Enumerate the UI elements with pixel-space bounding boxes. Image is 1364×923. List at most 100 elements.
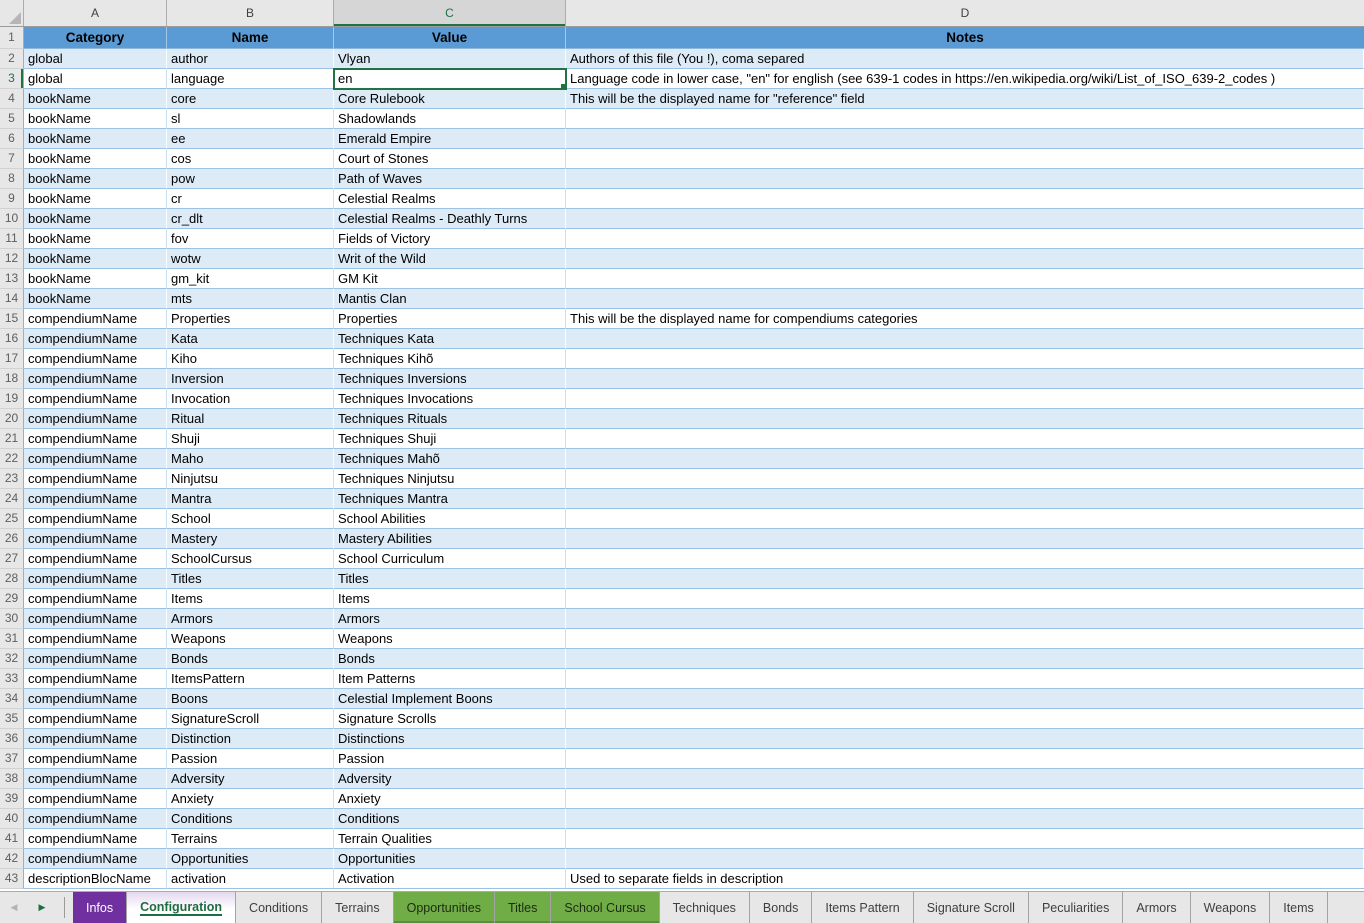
header-cell-notes[interactable]: Notes xyxy=(566,27,1364,49)
row-number[interactable]: 35 xyxy=(0,709,24,729)
cell-notes[interactable] xyxy=(566,189,1364,209)
cell-value[interactable]: Item Patterns xyxy=(334,669,566,689)
cell-name[interactable]: Properties xyxy=(167,309,334,329)
cell-name[interactable]: sl xyxy=(167,109,334,129)
cell-name[interactable]: Bonds xyxy=(167,649,334,669)
cell-notes[interactable] xyxy=(566,629,1364,649)
sheet-tab-bonds[interactable]: Bonds xyxy=(750,892,812,923)
cell-value[interactable]: Passion xyxy=(334,749,566,769)
cell-value[interactable]: Titles xyxy=(334,569,566,589)
cell-value[interactable]: Mantis Clan xyxy=(334,289,566,309)
cell-category[interactable]: compendiumName xyxy=(24,389,167,409)
sheet-tab-techniques[interactable]: Techniques xyxy=(660,892,750,923)
row-number[interactable]: 26 xyxy=(0,529,24,549)
cell-category[interactable]: global xyxy=(24,69,167,89)
row-number[interactable]: 25 xyxy=(0,509,24,529)
cell-value[interactable]: Anxiety xyxy=(334,789,566,809)
cell-notes[interactable] xyxy=(566,149,1364,169)
row-number[interactable]: 22 xyxy=(0,449,24,469)
sheet-tab-conditions[interactable]: Conditions xyxy=(236,892,322,923)
cell-value[interactable]: Opportunities xyxy=(334,849,566,869)
cell-category[interactable]: compendiumName xyxy=(24,309,167,329)
cell-value[interactable]: Techniques Shuji xyxy=(334,429,566,449)
cell-notes[interactable] xyxy=(566,229,1364,249)
header-cell-name[interactable]: Name xyxy=(167,27,334,49)
column-header-b[interactable]: B xyxy=(167,0,334,26)
cell-name[interactable]: Conditions xyxy=(167,809,334,829)
cell-value[interactable]: Techniques Mantra xyxy=(334,489,566,509)
cell-notes[interactable] xyxy=(566,769,1364,789)
row-number[interactable]: 43 xyxy=(0,869,24,889)
row-number[interactable]: 21 xyxy=(0,429,24,449)
cell-name[interactable]: activation xyxy=(167,869,334,889)
sheet-tab-titles[interactable]: Titles xyxy=(495,892,551,923)
row-number[interactable]: 13 xyxy=(0,269,24,289)
cell-name[interactable]: Adversity xyxy=(167,769,334,789)
cell-category[interactable]: compendiumName xyxy=(24,669,167,689)
sheet-tab-signature-scroll[interactable]: Signature Scroll xyxy=(914,892,1029,923)
row-number[interactable]: 8 xyxy=(0,169,24,189)
cell-notes[interactable] xyxy=(566,209,1364,229)
row-number[interactable]: 10 xyxy=(0,209,24,229)
row-number[interactable]: 41 xyxy=(0,829,24,849)
cell-name[interactable]: language xyxy=(167,69,334,89)
cell-category[interactable]: compendiumName xyxy=(24,629,167,649)
cell-notes[interactable] xyxy=(566,109,1364,129)
cell-value[interactable]: Fields of Victory xyxy=(334,229,566,249)
cell-value[interactable]: School Curriculum xyxy=(334,549,566,569)
cell-category[interactable]: bookName xyxy=(24,229,167,249)
row-number[interactable]: 4 xyxy=(0,89,24,109)
header-cell-value[interactable]: Value xyxy=(334,27,566,49)
cell-notes[interactable] xyxy=(566,169,1364,189)
row-number[interactable]: 2 xyxy=(0,49,24,69)
row-number[interactable]: 28 xyxy=(0,569,24,589)
cell-name[interactable]: ItemsPattern xyxy=(167,669,334,689)
column-header-a[interactable]: A xyxy=(24,0,167,26)
cell-value[interactable]: Core Rulebook xyxy=(334,89,566,109)
cell-name[interactable]: cr_dlt xyxy=(167,209,334,229)
cell-notes[interactable]: This will be the displayed name for comp… xyxy=(566,309,1364,329)
row-number[interactable]: 29 xyxy=(0,589,24,609)
cell-name[interactable]: core xyxy=(167,89,334,109)
sheet-tab-peculiarities[interactable]: Peculiarities xyxy=(1029,892,1123,923)
row-number[interactable]: 38 xyxy=(0,769,24,789)
cell-category[interactable]: compendiumName xyxy=(24,729,167,749)
cell-name[interactable]: wotw xyxy=(167,249,334,269)
cell-name[interactable]: Titles xyxy=(167,569,334,589)
cell-category[interactable]: compendiumName xyxy=(24,849,167,869)
cell-category[interactable]: bookName xyxy=(24,209,167,229)
sheet-tab-opportunities[interactable]: Opportunities xyxy=(394,892,495,923)
cell-name[interactable]: Distinction xyxy=(167,729,334,749)
cell-notes[interactable] xyxy=(566,129,1364,149)
row-number[interactable]: 23 xyxy=(0,469,24,489)
row-number[interactable]: 39 xyxy=(0,789,24,809)
cell-value[interactable]: Celestial Implement Boons xyxy=(334,689,566,709)
tab-scroll-right-icon[interactable]: ▶ xyxy=(28,892,56,923)
cell-name[interactable]: Terrains xyxy=(167,829,334,849)
cell-notes[interactable] xyxy=(566,329,1364,349)
header-cell-category[interactable]: Category xyxy=(24,27,167,49)
sheet-tab-armors[interactable]: Armors xyxy=(1123,892,1190,923)
cell-category[interactable]: compendiumName xyxy=(24,509,167,529)
cell-category[interactable]: compendiumName xyxy=(24,589,167,609)
row-number[interactable]: 12 xyxy=(0,249,24,269)
cell-value[interactable]: Celestial Realms - Deathly Turns xyxy=(334,209,566,229)
cell-value[interactable]: School Abilities xyxy=(334,509,566,529)
cell-category[interactable]: bookName xyxy=(24,249,167,269)
cell-value[interactable]: Shadowlands xyxy=(334,109,566,129)
row-number[interactable]: 34 xyxy=(0,689,24,709)
cell-value[interactable]: Emerald Empire xyxy=(334,129,566,149)
cell-value[interactable]: Items xyxy=(334,589,566,609)
cell-category[interactable]: descriptionBlocName xyxy=(24,869,167,889)
cell-category[interactable]: compendiumName xyxy=(24,789,167,809)
cell-notes[interactable] xyxy=(566,649,1364,669)
row-number[interactable]: 16 xyxy=(0,329,24,349)
cell-notes[interactable] xyxy=(566,789,1364,809)
cell-value[interactable]: Adversity xyxy=(334,769,566,789)
cell-category[interactable]: compendiumName xyxy=(24,489,167,509)
cell-category[interactable]: compendiumName xyxy=(24,569,167,589)
cell-notes[interactable] xyxy=(566,729,1364,749)
cell-name[interactable]: SchoolCursus xyxy=(167,549,334,569)
cell-category[interactable]: bookName xyxy=(24,289,167,309)
cell-notes[interactable] xyxy=(566,609,1364,629)
